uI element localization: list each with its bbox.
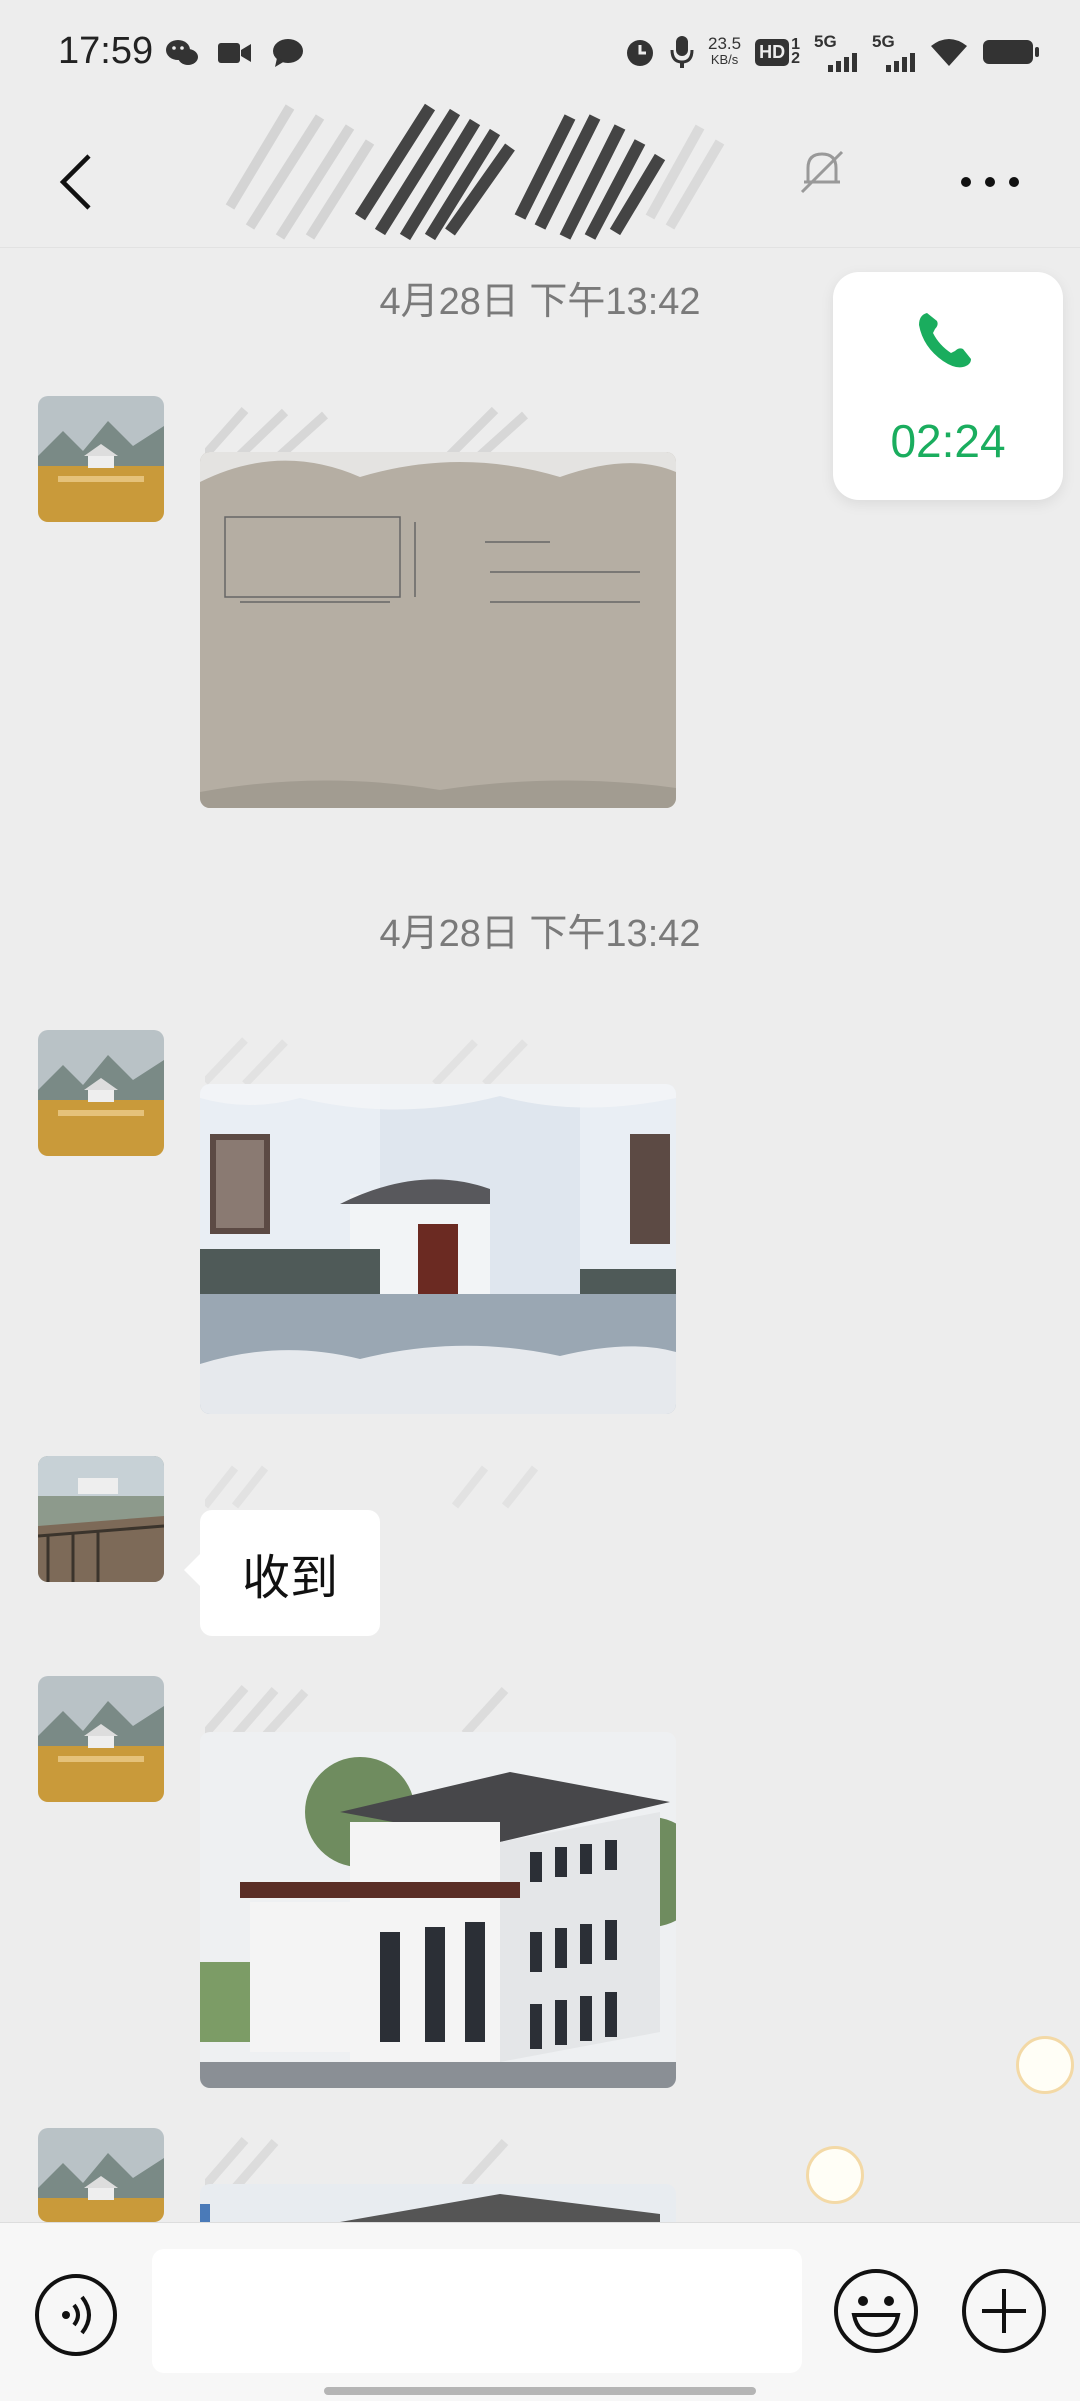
- video-icon: [218, 43, 251, 63]
- avatar[interactable]: [38, 396, 164, 522]
- timestamp: 4月28日 下午13:42: [379, 281, 701, 323]
- floating-bubble[interactable]: [1016, 2036, 1074, 2094]
- plus-icon: [962, 2269, 1046, 2353]
- back-button[interactable]: [40, 142, 110, 222]
- avatar[interactable]: [38, 1456, 164, 1582]
- emoji-icon: [834, 2269, 918, 2353]
- sim2-label: 5G: [872, 32, 895, 51]
- battery-icon: [983, 40, 1039, 64]
- bell-muted-icon: [800, 150, 844, 194]
- net-speed-unit: KB/s: [710, 52, 739, 67]
- message-input[interactable]: [152, 2249, 802, 2373]
- wechat-icon: [166, 40, 198, 65]
- status-right-icons: 23.5 KB/s HD 12 5G 5G: [624, 32, 1040, 72]
- voice-icon: [35, 2274, 117, 2356]
- hd-label: HD: [755, 39, 790, 66]
- more-dots-icon: [961, 177, 1019, 187]
- hd-icon: HD 12: [755, 37, 800, 67]
- wifi-icon: [931, 39, 967, 66]
- avatar[interactable]: [38, 1030, 164, 1156]
- voice-button[interactable]: [34, 2273, 118, 2362]
- chevron-left-icon: [59, 154, 91, 210]
- notification-icons: [165, 38, 305, 68]
- call-duration: 02:24: [890, 415, 1006, 467]
- avatar[interactable]: [38, 1676, 164, 1802]
- floating-bubble[interactable]: [806, 2146, 864, 2204]
- status-time: 17:59: [58, 30, 154, 72]
- signal-icon-1: 5G: [814, 32, 858, 72]
- net-speed: 23.5 KB/s: [708, 34, 742, 68]
- signal-icon-2: 5G: [872, 32, 916, 72]
- mic-icon: [670, 36, 694, 68]
- image-message-partial[interactable]: [200, 2184, 676, 2222]
- chat-header: [0, 103, 1080, 248]
- home-indicator[interactable]: [324, 2387, 756, 2395]
- alarm-icon: [627, 40, 653, 66]
- message-icon: [273, 39, 303, 67]
- sim1-label: 5G: [814, 32, 837, 51]
- more-button[interactable]: [940, 142, 1040, 222]
- avatar[interactable]: [38, 2128, 164, 2222]
- plus-button[interactable]: [960, 2267, 1048, 2360]
- timestamp: 4月28日 下午13:42: [379, 913, 701, 955]
- message-text: 收到: [242, 1552, 339, 1605]
- text-message-bubble[interactable]: 收到: [183, 1510, 381, 1636]
- image-message-door[interactable]: [200, 1084, 676, 1414]
- net-speed-value: 23.5: [708, 34, 742, 53]
- emoji-button[interactable]: [832, 2267, 920, 2360]
- input-bar: [0, 2222, 1080, 2401]
- image-message-note[interactable]: [200, 452, 676, 808]
- image-message-house[interactable]: [200, 1732, 676, 2088]
- chat-title-redacted: [225, 103, 725, 241]
